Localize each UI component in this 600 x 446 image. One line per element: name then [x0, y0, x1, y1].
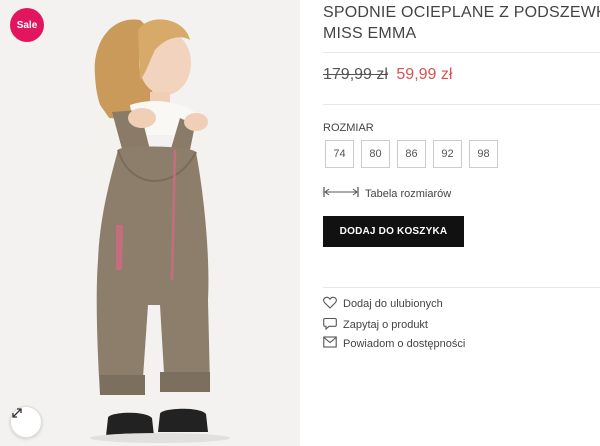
zoom-button[interactable]	[10, 406, 42, 438]
divider	[323, 287, 600, 288]
speech-bubble-icon	[323, 317, 337, 333]
sale-price: 59,99 zł	[396, 66, 453, 83]
product-title: SPODNIE OCIEPLANE Z PODSZEWKĄ MISS EMMA	[323, 2, 600, 44]
notify-availability-link[interactable]: Powiadom o dostępności	[323, 336, 465, 351]
size-table-label: Tabela rozmiarów	[365, 187, 452, 200]
product-title-line-2: MISS EMMA	[323, 25, 417, 42]
size-options: 74 80 86 92 98	[325, 140, 498, 168]
old-price: 179,99 zł	[323, 66, 388, 83]
divider	[323, 52, 600, 53]
divider	[323, 104, 600, 105]
sale-badge: Sale	[10, 8, 44, 42]
price-row: 179,99 zł 59,99 zł	[323, 66, 452, 84]
size-option-92[interactable]: 92	[433, 140, 462, 168]
product-image[interactable]: Sale	[0, 0, 300, 446]
product-photo-illustration	[81, 19, 230, 443]
add-to-cart-button[interactable]: DODAJ DO KOSZYKA	[323, 216, 464, 247]
size-option-98[interactable]: 98	[469, 140, 498, 168]
heart-icon	[323, 296, 337, 312]
ruler-icon	[323, 185, 359, 202]
product-title-line-1: SPODNIE OCIEPLANE Z PODSZEWKĄ	[323, 4, 600, 21]
wishlist-label: Dodaj do ulubionych	[343, 298, 443, 310]
size-option-86[interactable]: 86	[397, 140, 426, 168]
add-to-wishlist-link[interactable]: Dodaj do ulubionych	[323, 296, 443, 312]
size-option-80[interactable]: 80	[361, 140, 390, 168]
notify-label: Powiadom o dostępności	[343, 337, 466, 350]
size-option-74[interactable]: 74	[325, 140, 354, 168]
size-table-link[interactable]: Tabela rozmiarów	[323, 185, 451, 202]
envelope-icon	[323, 336, 337, 351]
size-label: ROZMIAR	[323, 122, 374, 134]
ask-label: Zapytaj o produkt	[343, 319, 428, 331]
ask-about-product-link[interactable]: Zapytaj o produkt	[323, 317, 428, 333]
